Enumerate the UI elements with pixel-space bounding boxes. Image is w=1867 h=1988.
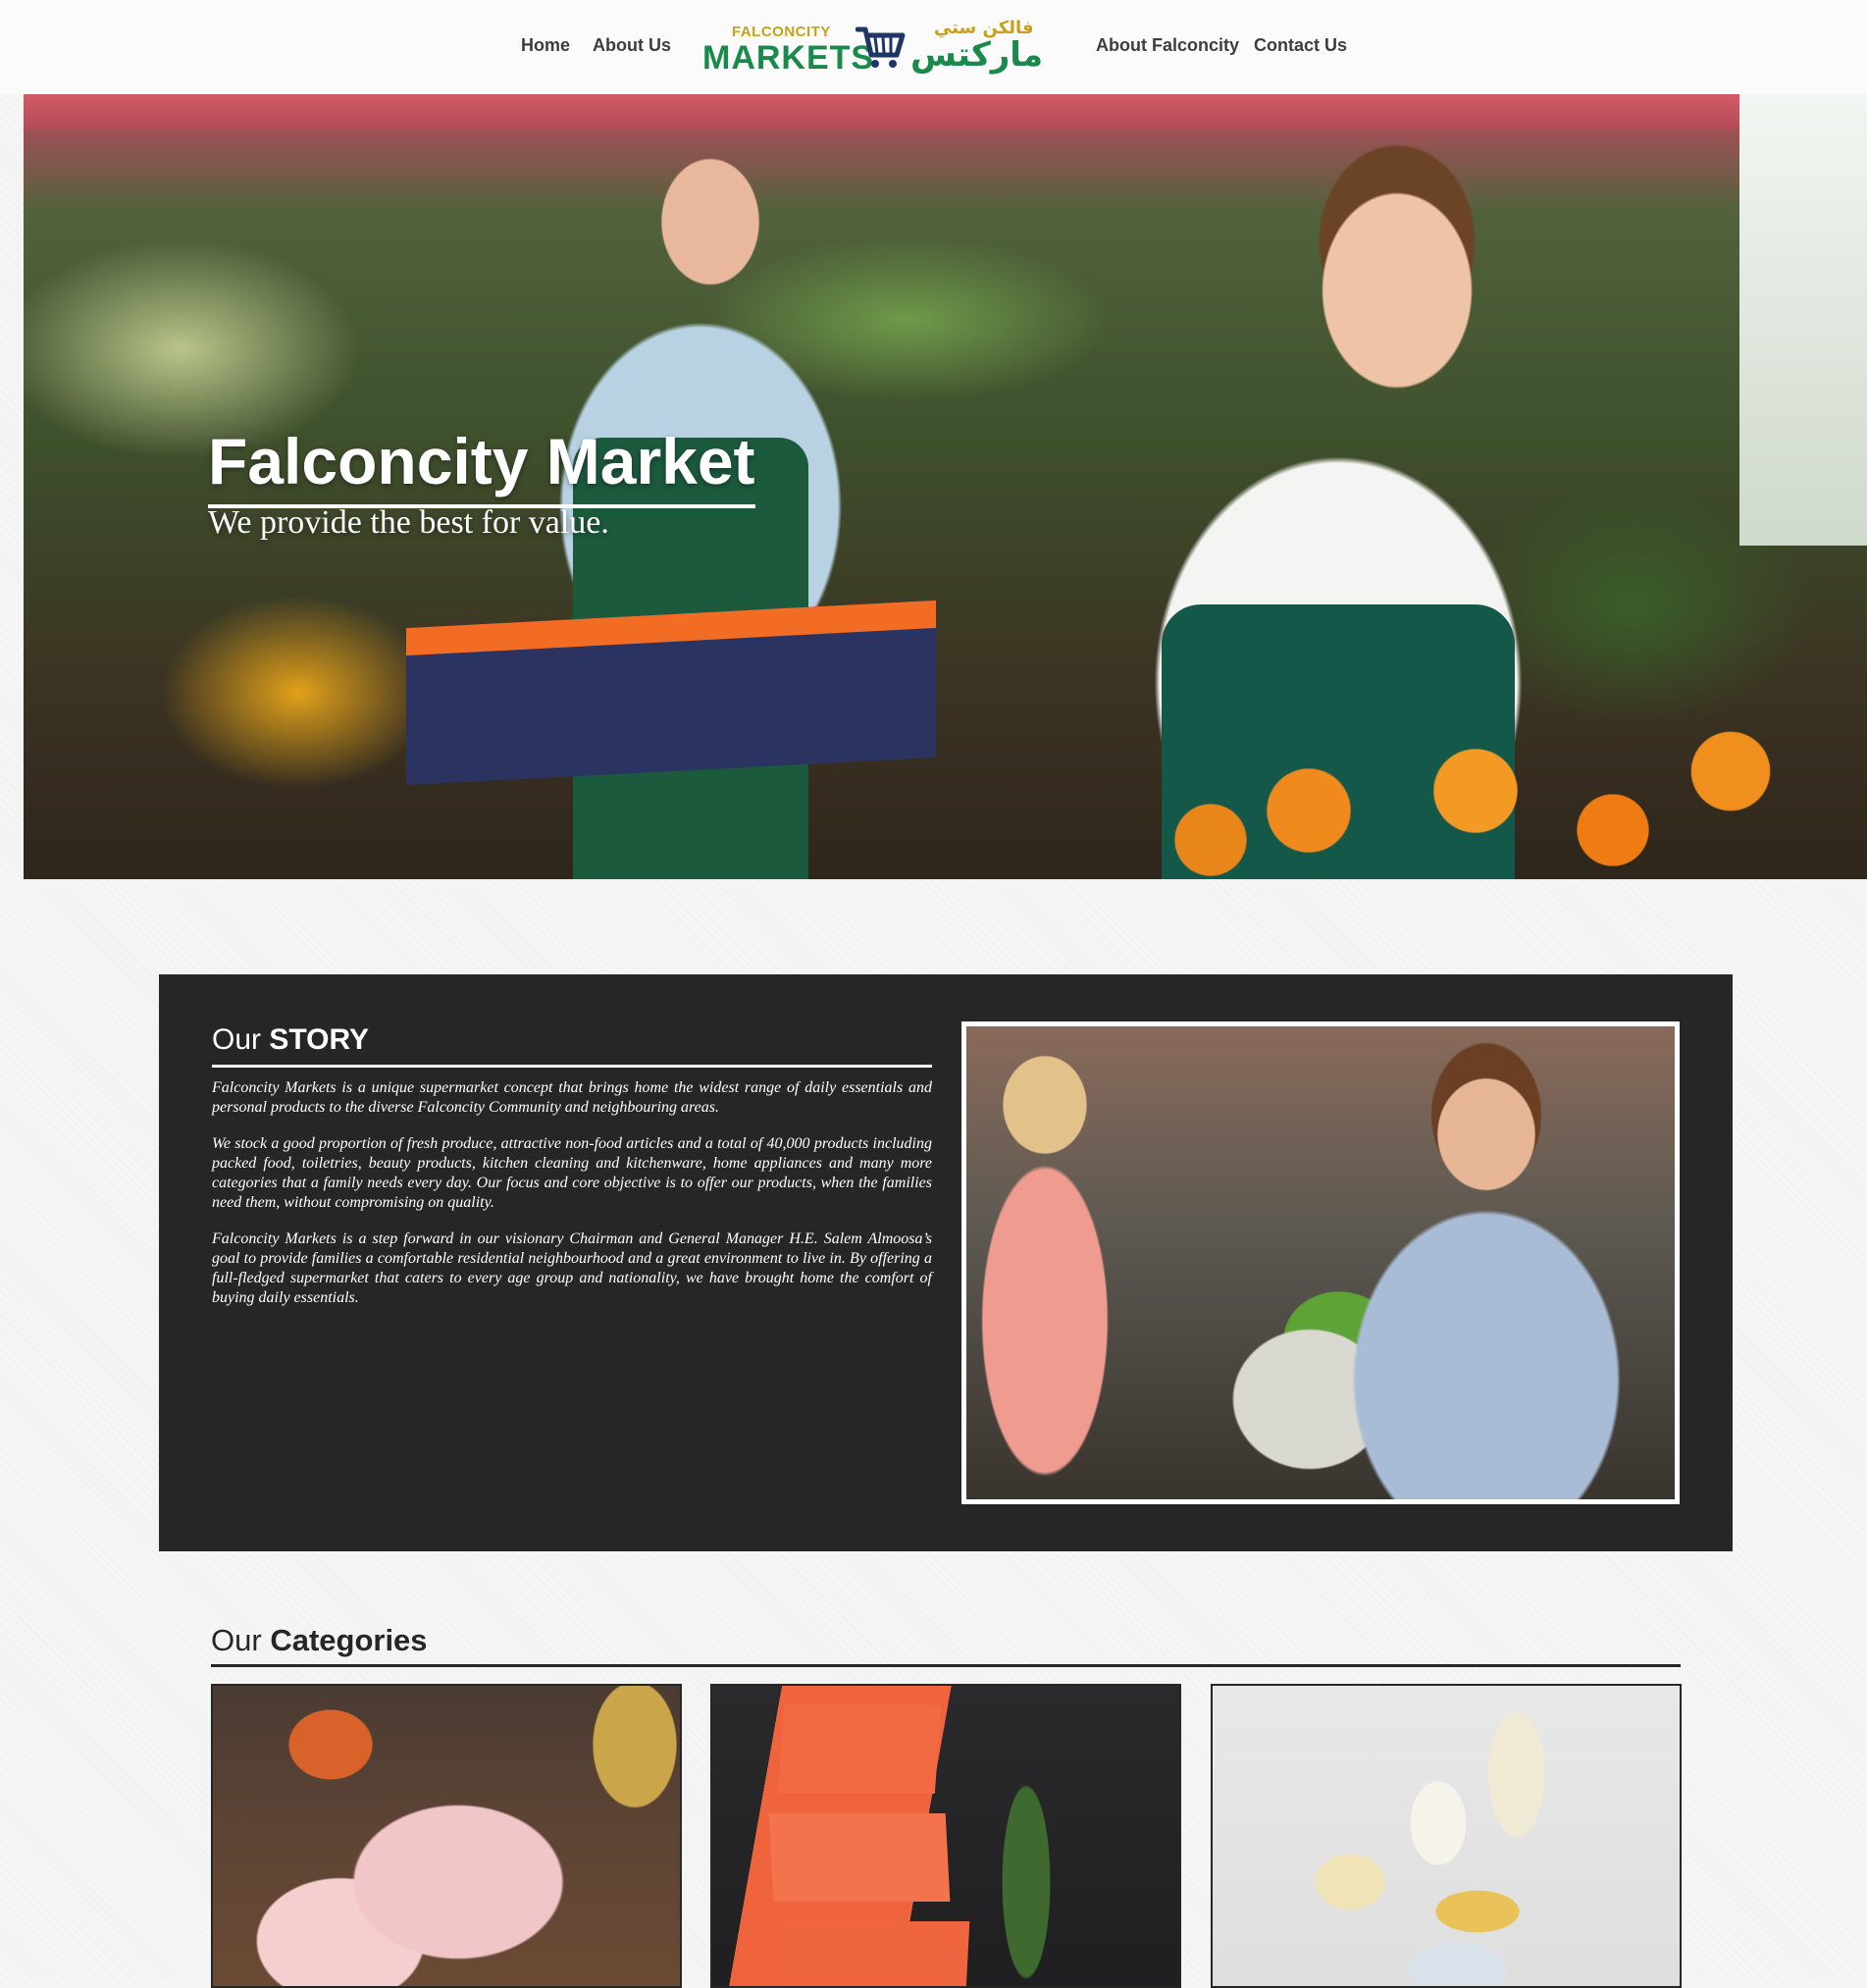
nav-contact-us[interactable]: Contact Us (1254, 35, 1347, 56)
hero-subtitle: We provide the best for value. (208, 504, 609, 541)
salmon-slice (778, 1921, 970, 1986)
nav-about-us[interactable]: About Us (593, 35, 671, 56)
categories-heading: Our Categories (211, 1623, 1681, 1667)
hero-photo-window (1739, 94, 1867, 546)
hero-photo-oranges (1152, 663, 1867, 879)
categories-heading-light: Our (211, 1623, 262, 1657)
nav-about-falconcity[interactable]: About Falconcity (1096, 35, 1239, 56)
categories-heading-bold: Categories (270, 1623, 428, 1657)
story-section: Our STORY Falconcity Markets is a unique… (159, 974, 1733, 1551)
story-heading-light: Our (212, 1023, 262, 1056)
brand-logo[interactable]: FALCONCITY MARKETS فالكن ستي ماركتس (702, 18, 1060, 77)
hero-banner: Falconcity Market We provide the best fo… (24, 94, 1867, 879)
story-photo-woman-with-basket (961, 1021, 1680, 1504)
logo-big-ar: ماركتس (910, 35, 1044, 75)
story-paragraph: Falconcity Markets is a step forward in … (212, 1230, 932, 1306)
story-heading-bold: STORY (269, 1023, 370, 1056)
nav-home[interactable]: Home (521, 35, 570, 56)
story-paragraph: We stock a good proportion of fresh prod… (212, 1135, 932, 1211)
story-text: Falconcity Markets is a unique supermark… (212, 1078, 932, 1325)
salmon-slice (768, 1813, 951, 1902)
salmon-slice (777, 1705, 942, 1794)
category-card-poultry[interactable] (211, 1684, 682, 1988)
shopping-cart-icon (856, 26, 906, 68)
story-heading: Our STORY (212, 1023, 932, 1068)
category-card-seafood[interactable] (710, 1684, 1181, 1988)
logo-big-en: MARKETS (702, 39, 875, 77)
category-card-dairy[interactable] (1211, 1684, 1682, 1988)
site-header: Home About Us FALCONCITY MARKETS فالكن س… (0, 0, 1867, 94)
story-paragraph: Falconcity Markets is a unique supermark… (212, 1079, 932, 1116)
hero-photo-crate (406, 600, 936, 786)
hero-title: Falconcity Market (208, 424, 755, 508)
logo-small-en: FALCONCITY (732, 24, 831, 40)
